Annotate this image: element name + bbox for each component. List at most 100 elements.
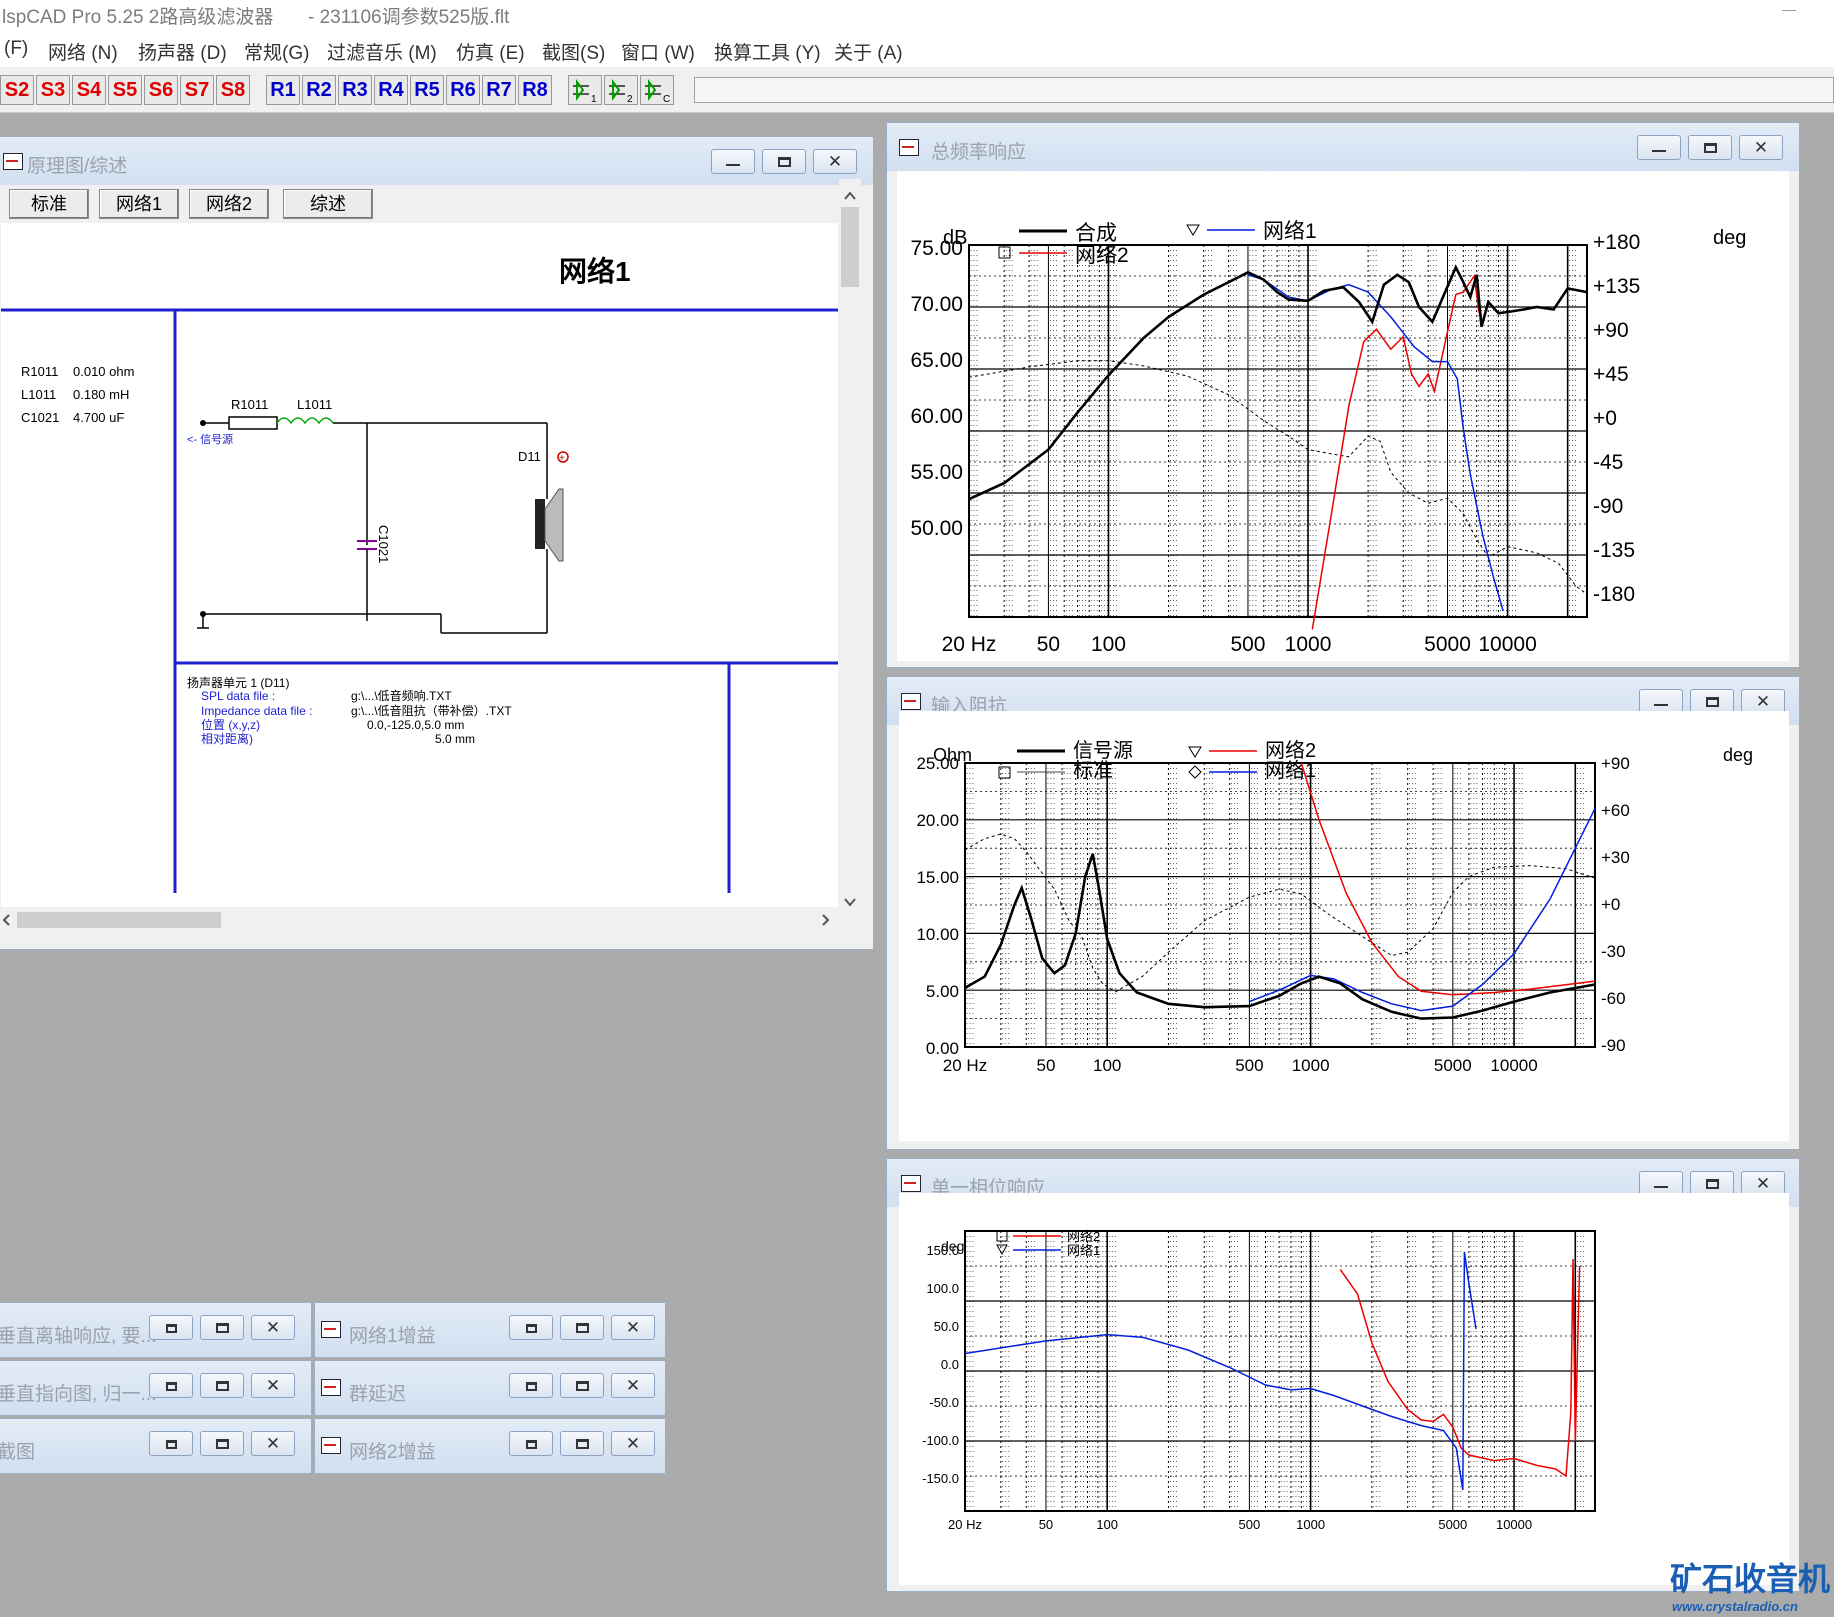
svg-text:+: + <box>559 453 565 464</box>
directivity-restore-button[interactable] <box>149 1373 193 1398</box>
freq-window-icon <box>899 139 919 156</box>
horizontal-scrollbar[interactable] <box>1 909 839 931</box>
groupdelay-window-icon <box>321 1379 341 1396</box>
menu-file[interactable]: (F) <box>4 38 28 60</box>
speaker-s7-button[interactable]: S7 <box>180 75 214 105</box>
net2gain-maximize-button[interactable] <box>560 1431 604 1456</box>
tab-standard[interactable]: 标准 <box>9 189 89 219</box>
minimized-offaxis-window[interactable]: 垂直离轴响应, 要... ✕ <box>0 1302 312 1358</box>
phase-y-tick: -100.0 <box>922 1433 959 1448</box>
schematic-close-button[interactable]: ✕ <box>813 149 857 174</box>
imp-x-tick: 500 <box>1235 1056 1263 1075</box>
menu-tools[interactable]: 换算工具 (Y) <box>714 38 821 65</box>
net1gain-maximize-button[interactable] <box>560 1315 604 1340</box>
simulate-1-icon[interactable]: 1 <box>568 75 602 105</box>
imp-y-tick: 0.00 <box>926 1039 959 1058</box>
minimized-net1gain-window[interactable]: 网络1增益 ✕ <box>314 1302 666 1358</box>
net1gain-close-button[interactable]: ✕ <box>611 1315 655 1340</box>
tab-network1[interactable]: 网络1 <box>99 189 179 219</box>
phase-x-tick: 20 Hz <box>948 1517 982 1532</box>
maximize-icon <box>215 1381 229 1392</box>
network-r7-button[interactable]: R7 <box>482 75 516 105</box>
close-icon: ✕ <box>625 1376 641 1396</box>
toolbar-field[interactable] <box>694 77 1834 103</box>
restore-icon <box>165 1381 177 1391</box>
net2gain-restore-button[interactable] <box>509 1431 553 1456</box>
network-r4-button[interactable]: R4 <box>374 75 408 105</box>
offaxis-restore-button[interactable] <box>149 1315 193 1340</box>
schematic-window: 原理图/综述 ✕ 标准 网络1 网络2 综述 网络1 R1011 0.010 o… <box>0 136 874 950</box>
minimize-icon <box>1654 704 1668 707</box>
title-bar: lspCAD Pro 5.25 2路高级滤波器 - 231106调参数525版.… <box>0 0 1834 34</box>
phase-x-tick: 10000 <box>1496 1517 1532 1532</box>
minimized-net2gain-window[interactable]: 网络2增益 ✕ <box>314 1418 666 1474</box>
tab-network2[interactable]: 网络2 <box>189 189 269 219</box>
minimize-icon[interactable] <box>1782 10 1796 11</box>
offaxis-maximize-button[interactable] <box>200 1315 244 1340</box>
directivity-maximize-button[interactable] <box>200 1373 244 1398</box>
menu-screenshot[interactable]: 截图(S) <box>542 38 605 65</box>
network-r1-button[interactable]: R1 <box>266 75 300 105</box>
imp-y2-tick: -90 <box>1601 1036 1626 1055</box>
net2gain-close-button[interactable]: ✕ <box>611 1431 655 1456</box>
net2gain-window-icon <box>321 1437 341 1454</box>
schematic-minimize-button[interactable] <box>711 149 755 174</box>
simulate-c-icon[interactable]: C <box>640 75 674 105</box>
minimize-icon <box>1652 150 1666 153</box>
tab-summary[interactable]: 综述 <box>283 189 373 219</box>
groupdelay-restore-button[interactable] <box>509 1373 553 1398</box>
speaker-s3-button[interactable]: S3 <box>36 75 70 105</box>
freq-maximize-button[interactable] <box>1688 135 1732 160</box>
speaker-s6-button[interactable]: S6 <box>144 75 178 105</box>
network-r8-button[interactable]: R8 <box>518 75 552 105</box>
groupdelay-maximize-button[interactable] <box>560 1373 604 1398</box>
screenshot-maximize-button[interactable] <box>200 1431 244 1456</box>
impedance-window: 输入阻抗 ✕ Ohm deg 信号源 标准 网络2 网络1 20 Hz 50 100… <box>886 676 1800 1150</box>
phase-y-tick: -150.0 <box>922 1471 959 1486</box>
screenshot-restore-button[interactable] <box>149 1431 193 1456</box>
speaker-s5-button[interactable]: S5 <box>108 75 142 105</box>
imp-x-tick: 10000 <box>1490 1056 1537 1075</box>
imp-net2-curve <box>1300 762 1596 996</box>
minimized-directivity-window[interactable]: 垂直指向图, 归一... ✕ <box>0 1360 312 1416</box>
toolbar: S2 S3 S4 S5 S6 S7 S8 R1 R2 R3 R4 R5 R6 R… <box>0 67 1834 113</box>
imp-source-curve <box>964 853 1596 1020</box>
watermark-logo: 矿石收音机 www.crystalradio.cn <box>1666 1556 1834 1617</box>
vertical-scrollbar[interactable] <box>839 179 861 909</box>
directivity-close-button[interactable]: ✕ <box>251 1373 295 1398</box>
groupdelay-close-button[interactable]: ✕ <box>611 1373 655 1398</box>
simulate-2-icon[interactable]: 2 <box>604 75 638 105</box>
menu-about[interactable]: 关于 (A) <box>834 38 903 65</box>
net1gain-restore-button[interactable] <box>509 1315 553 1340</box>
phase-plot-area: deg 网络2 网络1 20 Hz 50 100 500 1000 5000 10000 15… <box>899 1193 1789 1585</box>
freq-legend-total: 合成 <box>1075 222 1117 245</box>
screenshot-close-button[interactable]: ✕ <box>251 1431 295 1456</box>
imp-y2-tick: +90 <box>1601 754 1630 773</box>
speaker-s4-button[interactable]: S4 <box>72 75 106 105</box>
network-r5-button[interactable]: R5 <box>410 75 444 105</box>
menu-window[interactable]: 窗口 (W) <box>621 38 695 65</box>
freq-caption: 总频率响应 ✕ <box>887 123 1799 171</box>
imp-y-tick: 5.00 <box>926 982 959 1001</box>
menu-speaker[interactable]: 扬声器 (D) <box>138 38 227 65</box>
menu-general[interactable]: 常规(G) <box>244 38 309 65</box>
capacitor-label: C1021 <box>376 525 391 563</box>
schematic-maximize-button[interactable] <box>762 149 806 174</box>
speaker-s8-button[interactable]: S8 <box>216 75 250 105</box>
network-r3-button[interactable]: R3 <box>338 75 372 105</box>
speaker-s2-button[interactable]: S2 <box>0 75 34 105</box>
menu-network[interactable]: 网络 (N) <box>48 38 118 65</box>
network-r2-button[interactable]: R2 <box>302 75 336 105</box>
network-r6-button[interactable]: R6 <box>446 75 480 105</box>
menu-filter-music[interactable]: 过滤音乐 (M) <box>327 38 437 65</box>
close-icon: ✕ <box>625 1318 641 1338</box>
freq-minimize-button[interactable] <box>1637 135 1681 160</box>
restore-icon <box>525 1323 537 1333</box>
net1gain-window-icon <box>321 1321 341 1338</box>
freq-close-button[interactable]: ✕ <box>1739 135 1783 160</box>
network-heading: 网络1 <box>559 255 631 287</box>
minimized-groupdelay-window[interactable]: 群延迟 ✕ <box>314 1360 666 1416</box>
offaxis-close-button[interactable]: ✕ <box>251 1315 295 1340</box>
menu-simulate[interactable]: 仿真 (E) <box>456 38 525 65</box>
minimized-screenshot-window[interactable]: 截图 ✕ <box>0 1418 312 1474</box>
